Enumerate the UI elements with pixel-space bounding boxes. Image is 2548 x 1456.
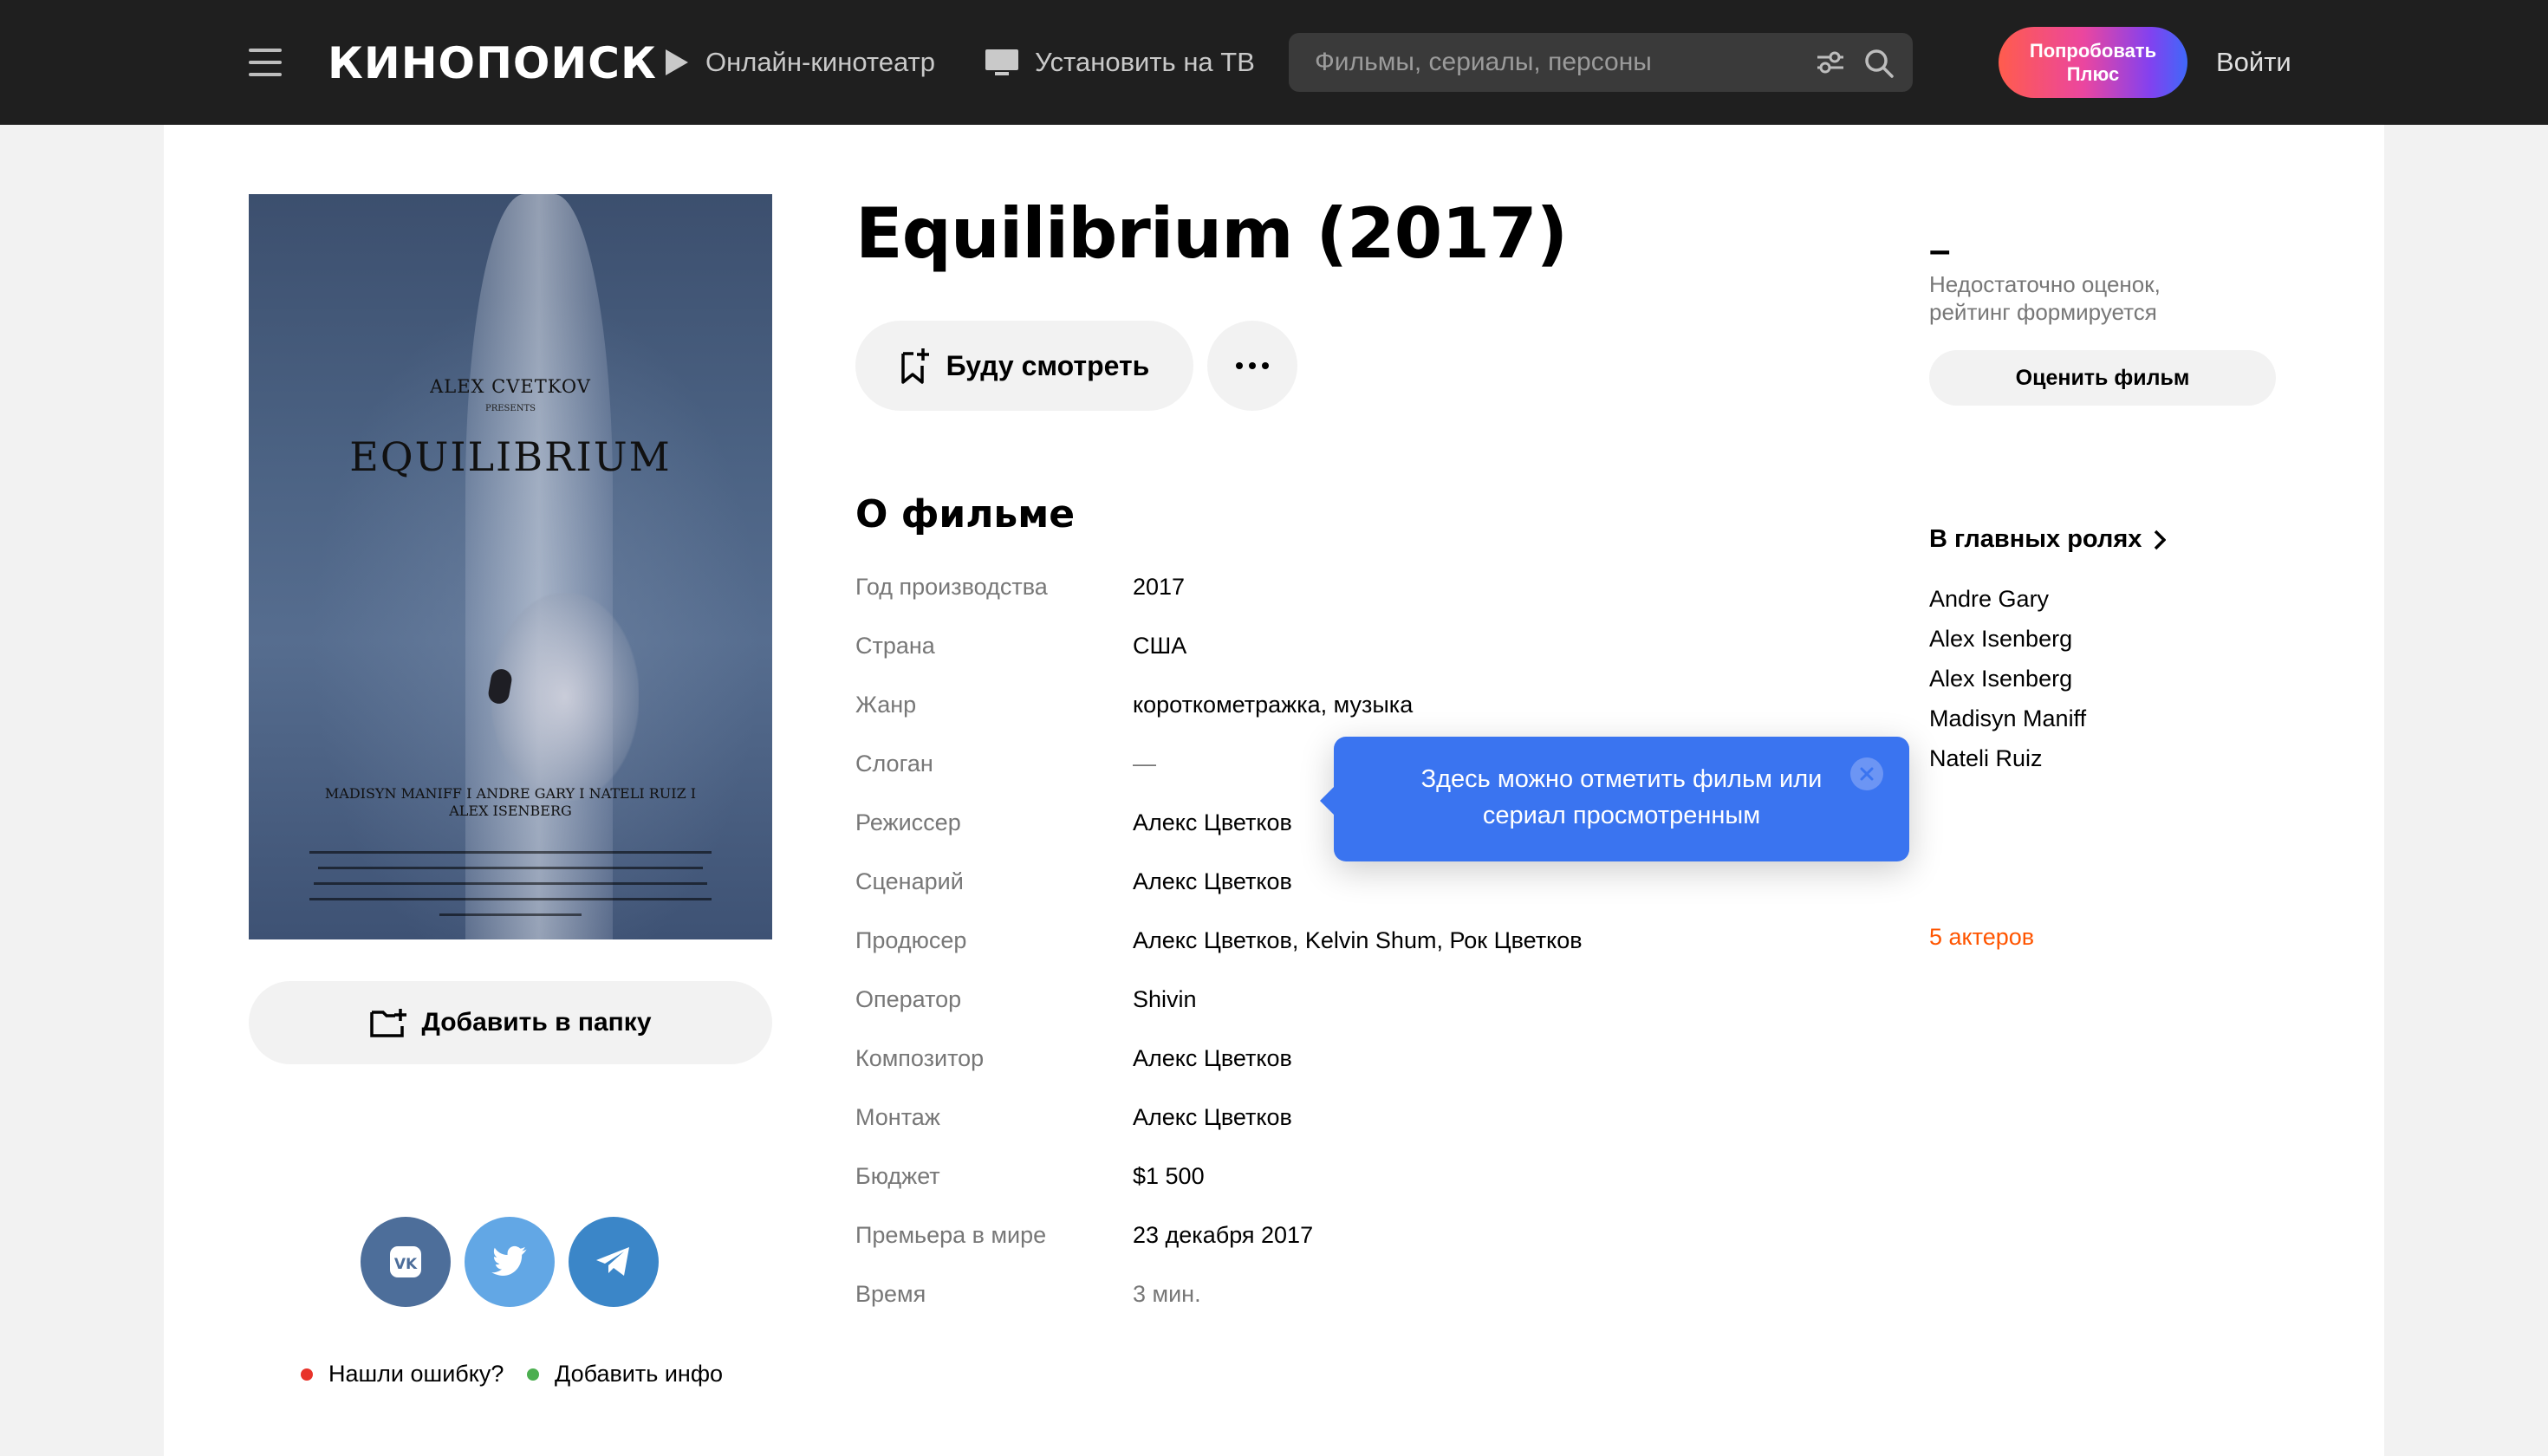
watched-hint-tooltip: Здесь можно отметить фильм или сериал пр… [1320, 737, 1909, 861]
info-value[interactable]: Алекс Цветков [1133, 1104, 1292, 1131]
vk-icon: VK [390, 1246, 421, 1277]
cast-item[interactable]: Andre Gary [1929, 586, 2049, 613]
nav-install-tv[interactable]: Установить на ТВ [985, 38, 1255, 87]
tooltip-text: Здесь можно отметить фильм или сериал пр… [1420, 765, 1823, 829]
main-cast-heading-label: В главных ролях [1929, 525, 2142, 553]
info-value: 3 мин. [1133, 1281, 1201, 1307]
info-label: Время [855, 1281, 926, 1307]
film-poster[interactable]: ALEX CVETKOV PRESENTS EQUILIBRIUM MADISY… [249, 194, 772, 939]
svg-text:VK: VK [394, 1256, 418, 1273]
info-value[interactable]: Алекс Цветков [1133, 809, 1292, 836]
cast-item[interactable]: Nateli Ruiz [1929, 745, 2043, 772]
search-icon[interactable] [1864, 49, 1894, 78]
poster-credits-block [309, 851, 712, 916]
filter-icon[interactable] [1816, 49, 1845, 75]
info-value[interactable]: 2017 [1133, 574, 1185, 601]
top-header: КИНОПОИСК Онлайн-кинотеатр Установить на… [0, 0, 2548, 125]
cast-item[interactable]: Madisyn Maniff [1929, 705, 2086, 732]
share-twitter-button[interactable] [465, 1217, 555, 1307]
bookmark-plus-icon [900, 348, 929, 384]
all-actors-link[interactable]: 5 актеров [1929, 924, 2034, 951]
main-content: ALEX CVETKOV PRESENTS EQUILIBRIUM MADISY… [164, 125, 2384, 1456]
info-label: Жанр [855, 692, 917, 718]
poster-cast-line2: ALEX ISENBERG [449, 803, 572, 819]
cast-item[interactable]: Alex Isenberg [1929, 626, 2072, 653]
info-value[interactable]: Алекс Цветков [1133, 868, 1292, 895]
info-dot-icon [527, 1368, 539, 1381]
rating-note: Недостаточно оценок, рейтинг формируется [1929, 271, 2161, 325]
poster-hand-shape [491, 593, 639, 801]
info-label: Монтаж [855, 1104, 940, 1130]
info-value: $1 500 [1133, 1163, 1205, 1189]
info-value[interactable]: короткометражка, музыка [1133, 692, 1413, 718]
close-icon[interactable] [1850, 757, 1883, 790]
poster-cast: MADISYN MANIFF I ANDRE GARY I NATELI RUI… [266, 785, 755, 820]
add-to-folder-button[interactable]: Добавить в папку [249, 981, 772, 1064]
poster-cast-line1: MADISYN MANIFF I ANDRE GARY I NATELI RUI… [324, 785, 697, 802]
info-label: Страна [855, 633, 935, 659]
chevron-right-icon [2155, 530, 2167, 549]
info-label: Бюджет [855, 1163, 940, 1189]
info-value[interactable]: Алекс Цветков, Kelvin Shum, Рок Цветков [1133, 927, 1583, 954]
info-label: Режиссер [855, 809, 961, 835]
nav-online-cinema[interactable]: Онлайн-кинотеатр [664, 38, 935, 87]
more-dots-icon [1236, 362, 1269, 369]
more-actions-button[interactable] [1207, 321, 1297, 411]
add-to-folder-label: Добавить в папку [421, 1008, 652, 1037]
info-value[interactable]: Shivin [1133, 986, 1197, 1013]
rating-value: – [1929, 229, 1951, 271]
login-link[interactable]: Войти [2216, 38, 2291, 87]
watch-later-label: Буду смотреть [946, 349, 1150, 381]
info-value[interactable]: 23 декабря 2017 [1133, 1222, 1313, 1249]
info-value[interactable]: США [1133, 633, 1186, 660]
info-label: Год производства [855, 574, 1048, 600]
info-value: — [1133, 751, 1156, 777]
tv-icon [985, 49, 1018, 75]
search-box [1289, 33, 1913, 92]
folder-plus-icon [370, 1009, 407, 1037]
plus-line1: Попробовать [2029, 40, 2157, 62]
film-title: Equilibrium (2017) [855, 193, 1568, 274]
telegram-icon [596, 1247, 629, 1276]
poster-title: EQUILIBRIUM [349, 433, 672, 480]
report-error-label: Нашли ошибку? [328, 1361, 504, 1387]
about-heading: О фильме [855, 492, 1076, 536]
plus-line2: Плюс [2066, 63, 2120, 85]
error-dot-icon [301, 1368, 313, 1381]
twitter-icon [491, 1245, 527, 1276]
rate-film-button[interactable]: Оценить фильм [1929, 350, 2276, 406]
play-icon [666, 49, 688, 75]
poster-arm-shape [465, 194, 613, 939]
report-error-link[interactable]: Нашли ошибку? [301, 1361, 504, 1388]
info-value[interactable]: Алекс Цветков [1133, 1045, 1292, 1072]
burger-menu-icon[interactable] [249, 49, 282, 76]
add-info-link[interactable]: Добавить инфо [527, 1361, 723, 1388]
info-label: Оператор [855, 986, 962, 1012]
nav-online-label: Онлайн-кинотеатр [705, 47, 935, 77]
watch-later-button[interactable]: Буду смотреть [855, 321, 1193, 411]
poster-presenter: ALEX CVETKOV [430, 376, 591, 397]
share-telegram-button[interactable] [569, 1217, 659, 1307]
tooltip-arrow [1320, 787, 1334, 815]
info-label: Премьера в мире [855, 1222, 1047, 1248]
main-cast-heading[interactable]: В главных ролях [1929, 525, 2167, 554]
try-plus-button[interactable]: Попробовать Плюс [1999, 27, 2187, 98]
cast-item[interactable]: Alex Isenberg [1929, 666, 2072, 692]
nav-tv-label: Установить на ТВ [1035, 47, 1255, 77]
info-label: Продюсер [855, 927, 967, 953]
site-logo[interactable]: КИНОПОИСК [328, 33, 657, 94]
add-info-label: Добавить инфо [555, 1361, 724, 1387]
share-vk-button[interactable]: VK [361, 1217, 451, 1307]
info-label: Слоган [855, 751, 933, 777]
info-label: Сценарий [855, 868, 964, 894]
poster-presents: PRESENTS [485, 404, 536, 413]
info-label: Композитор [855, 1045, 985, 1071]
search-input[interactable] [1315, 33, 1765, 92]
